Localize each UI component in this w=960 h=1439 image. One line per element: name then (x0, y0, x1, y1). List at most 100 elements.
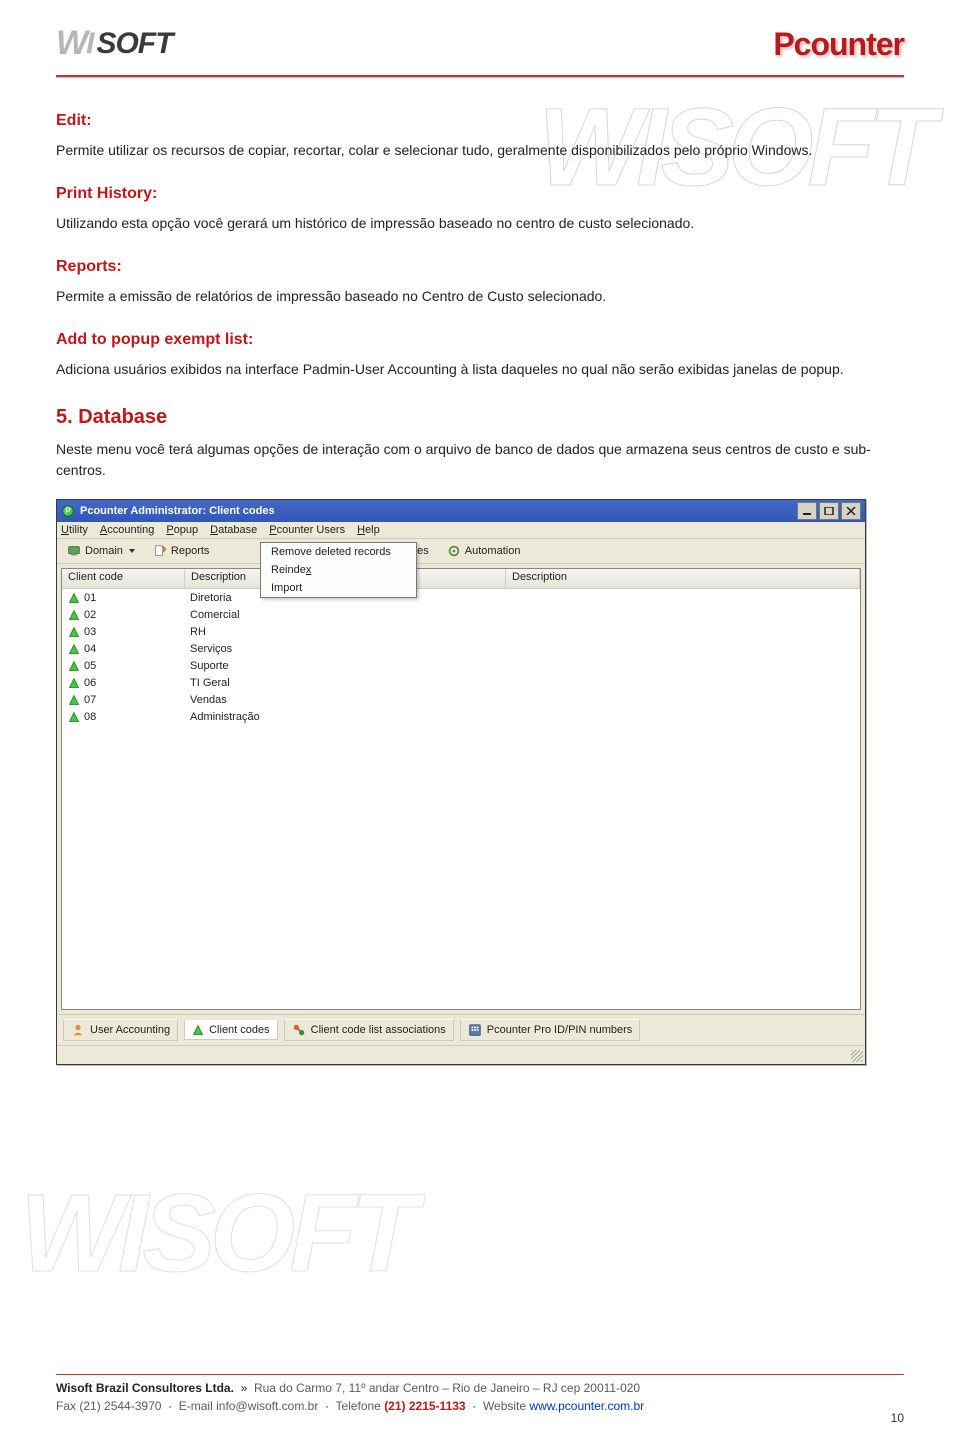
para-add-popup-exempt: Adiciona usuários exibidos na interface … (56, 359, 904, 380)
footer-fax-label: Fax (56, 1399, 76, 1413)
menu-item-reindex[interactable]: Reindex (261, 561, 416, 579)
cell-description: Serviços (184, 642, 391, 656)
triangle-icon (192, 1024, 204, 1036)
cell-description: TI Geral (184, 676, 391, 690)
minimize-button[interactable] (797, 502, 817, 520)
bottom-tabs: User Accounting Client codes Client (57, 1014, 865, 1045)
section-5-database-title: 5. Database (56, 406, 904, 429)
footer-address: Rua do Carmo 7, 11º andar Centro – Rio d… (254, 1381, 640, 1395)
cell-client-code: 07 (62, 693, 184, 707)
footer-tel: (21) 2215-1133 (384, 1399, 465, 1413)
triangle-icon (68, 694, 80, 706)
footer-email: info@wisoft.com.br (216, 1399, 318, 1413)
pcounter-logo: Pcounter (773, 26, 904, 63)
table-row[interactable]: 05Suporte (62, 657, 860, 674)
footer-fax: (21) 2544-3970 (79, 1399, 161, 1413)
cell-client-code: 05 (62, 659, 184, 673)
app-window: P Pcounter Administrator: Client codes (56, 499, 866, 1065)
reports-icon (153, 544, 167, 558)
triangle-icon (68, 626, 80, 638)
table-row[interactable]: 08Administração (62, 708, 860, 725)
para-reports: Permite a emissão de relatórios de impre… (56, 286, 904, 307)
maximize-button[interactable] (819, 502, 839, 520)
heading-reports: Reports: (56, 258, 904, 276)
menu-item-import[interactable]: Import (261, 579, 416, 597)
cell-description: Administração (184, 710, 391, 724)
arrow-icon: » (241, 1381, 248, 1395)
footer-company: Wisoft Brazil Consultores Ltda. (56, 1381, 234, 1395)
tab-user-accounting[interactable]: User Accounting (63, 1019, 178, 1041)
table-row[interactable]: 07Vendas (62, 691, 860, 708)
cell-client-code: 03 (62, 625, 184, 639)
col-client-code[interactable]: Client code (62, 569, 185, 588)
client-codes-listview[interactable]: Client code Description Description 01Di… (61, 568, 861, 1010)
triangle-icon (68, 609, 80, 621)
maximize-icon (824, 507, 834, 515)
table-row[interactable]: 03RH (62, 623, 860, 640)
menu-popup[interactable]: Popup (166, 524, 198, 536)
close-icon (846, 507, 856, 515)
window-title: Pcounter Administrator: Client codes (80, 505, 275, 517)
cell-description: RH (184, 625, 391, 639)
toolbar-reports[interactable]: Reports (149, 542, 214, 560)
cell-client-code: 02 (62, 608, 184, 622)
footer-email-label: E-mail (179, 1399, 213, 1413)
footer-web-label: Website (483, 1399, 526, 1413)
menu-item-remove-deleted[interactable]: Remove deleted records (261, 543, 416, 561)
user-icon (71, 1023, 85, 1037)
chevron-down-icon (129, 549, 135, 553)
toolbar-domain[interactable]: Domain (63, 542, 139, 560)
app-icon: P (61, 504, 75, 518)
table-row[interactable]: 04Serviços (62, 640, 860, 657)
table-row[interactable]: 06TI Geral (62, 674, 860, 691)
wisoft-logo: WISOFT (56, 24, 172, 63)
menu-pcounter-users[interactable]: Pcounter Users (269, 524, 345, 536)
cell-description: Vendas (184, 693, 391, 707)
listview-header: Client code Description Description (62, 569, 860, 589)
cell-client-code: 01 (62, 591, 184, 605)
toolbar-automation[interactable]: Automation (443, 542, 525, 560)
triangle-icon (68, 677, 80, 689)
page-number: 10 (891, 1411, 904, 1425)
page-footer: Wisoft Brazil Consultores Ltda. » Rua do… (56, 1374, 904, 1413)
triangle-icon (68, 592, 80, 604)
menu-help[interactable]: Help (357, 524, 380, 536)
para-database: Neste menu você terá algumas opções de i… (56, 439, 904, 481)
domain-icon (67, 544, 81, 558)
database-dropdown: Remove deleted records Reindex Import (260, 542, 417, 598)
tab-idpin-numbers[interactable]: Pcounter Pro ID/PIN numbers (460, 1019, 641, 1041)
tab-client-codes[interactable]: Client codes (184, 1020, 278, 1040)
page-header: WISOFT Pcounter (0, 0, 960, 69)
heading-print-history: Print History: (56, 185, 904, 203)
resize-grip-icon[interactable] (851, 1050, 863, 1062)
watermark-wisoft-bottom: WISOFT (20, 1170, 412, 1297)
document-body: Edit: Permite utilizar os recursos de co… (0, 78, 960, 1065)
para-print-history: Utilizando esta opção você gerará um his… (56, 213, 904, 234)
footer-web: www.pcounter.com.br (529, 1399, 644, 1413)
status-bar (57, 1045, 865, 1064)
window-titlebar[interactable]: P Pcounter Administrator: Client codes (57, 500, 865, 522)
triangle-icon (68, 643, 80, 655)
cell-client-code: 06 (62, 676, 184, 690)
gear-icon (447, 544, 461, 558)
table-row[interactable]: 02Comercial (62, 606, 860, 623)
col-description-right[interactable]: Description (506, 569, 860, 588)
triangle-icon (68, 660, 80, 672)
tab-client-code-associations[interactable]: Client code list associations (284, 1019, 454, 1041)
close-button[interactable] (841, 502, 861, 520)
menu-utility[interactable]: Utility (61, 524, 88, 536)
triangle-icon (68, 711, 80, 723)
cell-client-code: 04 (62, 642, 184, 656)
cell-description: Suporte (184, 659, 391, 673)
svg-text:P: P (65, 507, 70, 516)
keypad-icon (468, 1023, 482, 1037)
menu-accounting[interactable]: Accounting (100, 524, 154, 536)
menubar: Utility Accounting Popup Database Pcount… (57, 522, 865, 539)
toolbar: Domain Reports ences (57, 539, 865, 564)
footer-tel-label: Telefone (335, 1399, 380, 1413)
menu-database[interactable]: Database (210, 524, 257, 536)
para-edit: Permite utilizar os recursos de copiar, … (56, 140, 904, 161)
table-row[interactable]: 01Diretoria (62, 589, 860, 606)
heading-add-popup-exempt: Add to popup exempt list: (56, 331, 904, 349)
listview-body: 01Diretoria02Comercial03RH04Serviços05Su… (62, 589, 860, 1009)
